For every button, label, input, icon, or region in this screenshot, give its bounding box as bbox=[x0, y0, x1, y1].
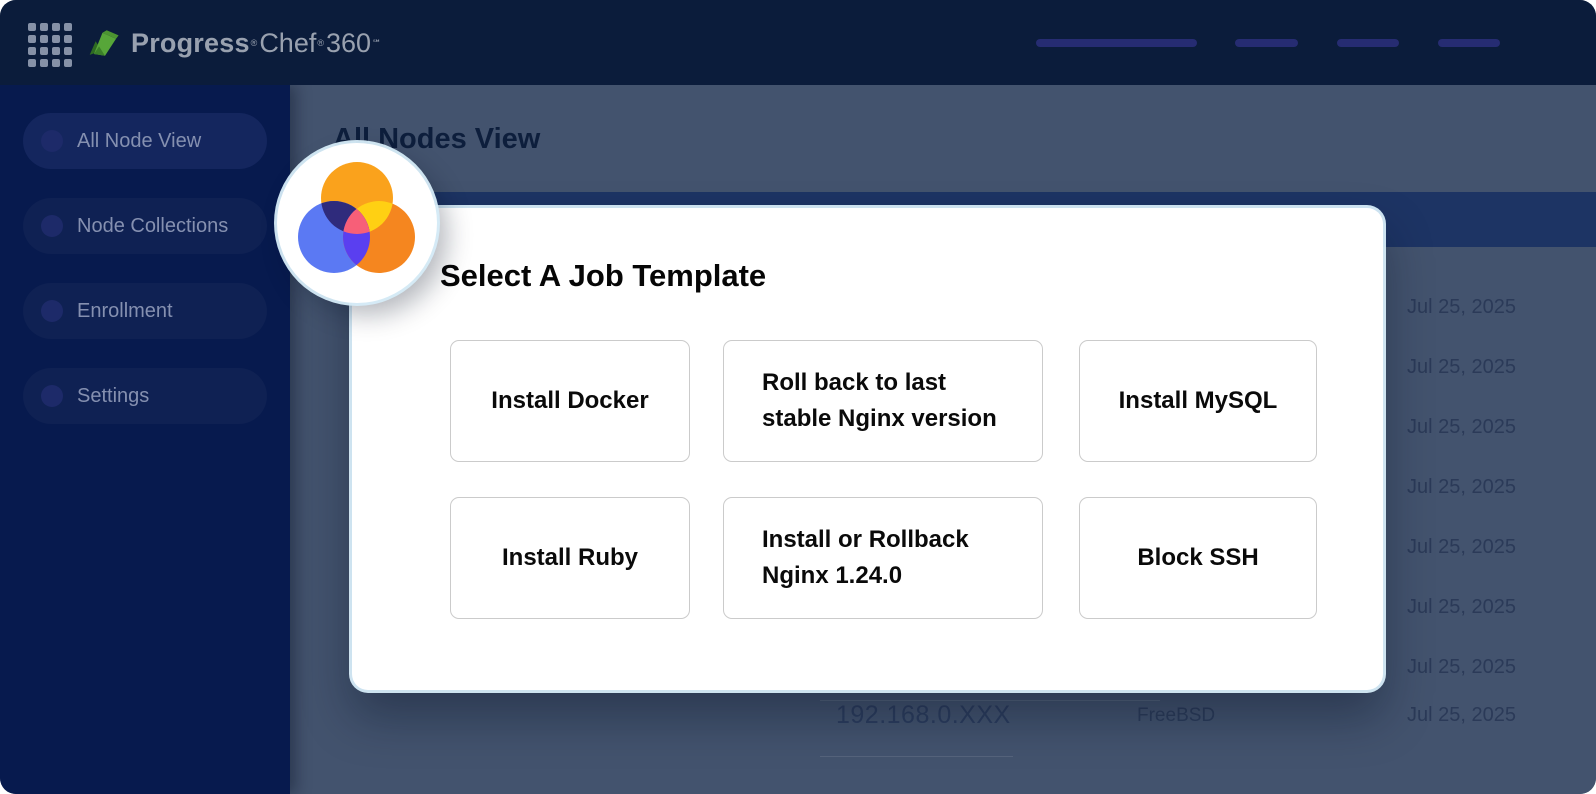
nav-bullet-icon bbox=[41, 215, 63, 237]
venn-badge bbox=[277, 143, 437, 303]
sidebar-item-label: Node Collections bbox=[77, 215, 228, 238]
modal-title: Select A Job Template bbox=[440, 258, 766, 294]
nav-link-placeholder[interactable] bbox=[1036, 39, 1197, 47]
table-cell-ip: 192.168.0.XXX bbox=[836, 701, 1011, 730]
nav-link-placeholder[interactable] bbox=[1337, 39, 1399, 47]
sidebar-item-label: Settings bbox=[77, 385, 149, 408]
template-button-install-docker[interactable]: Install Docker bbox=[450, 340, 690, 462]
top-bar: Progress® Chef® 360℠ bbox=[0, 0, 1596, 85]
table-cell-date: Jul 25, 2025 bbox=[1407, 656, 1516, 679]
table-cell-os: FreeBSD bbox=[1137, 705, 1215, 727]
table-cell-date: Jul 25, 2025 bbox=[1407, 356, 1516, 379]
sidebar-item-label: All Node View bbox=[77, 130, 201, 153]
nav-link-placeholder[interactable] bbox=[1438, 39, 1500, 47]
sidebar-item-all-node-view[interactable]: All Node View bbox=[23, 113, 267, 169]
sidebar: All Node View Node Collections Enrollmen… bbox=[0, 85, 290, 794]
template-button-install-ruby[interactable]: Install Ruby bbox=[450, 497, 690, 619]
template-button-block-ssh[interactable]: Block SSH bbox=[1079, 497, 1317, 619]
table-cell-date: Jul 25, 2025 bbox=[1407, 476, 1516, 499]
table-cell-date: Jul 25, 2025 bbox=[1407, 536, 1516, 559]
table-cell-date: Jul 25, 2025 bbox=[1407, 416, 1516, 439]
template-button-install-mysql[interactable]: Install MySQL bbox=[1079, 340, 1317, 462]
template-button-install-or-rollback-nginx[interactable]: Install or Rollback Nginx 1.24.0 bbox=[723, 497, 1043, 619]
nav-link-placeholder[interactable] bbox=[1235, 39, 1298, 47]
table-cell-date: Jul 25, 2025 bbox=[1407, 704, 1516, 727]
template-button-rollback-nginx[interactable]: Roll back to last stable Nginx version bbox=[723, 340, 1043, 462]
sidebar-item-settings[interactable]: Settings bbox=[23, 368, 267, 424]
job-template-modal: Select A Job Template Install Docker Rol… bbox=[352, 208, 1383, 690]
sidebar-item-node-collections[interactable]: Node Collections bbox=[23, 198, 267, 254]
top-nav bbox=[0, 39, 1596, 47]
nav-bullet-icon bbox=[41, 385, 63, 407]
sidebar-item-label: Enrollment bbox=[77, 300, 173, 323]
nav-bullet-icon bbox=[41, 300, 63, 322]
table-cell-date: Jul 25, 2025 bbox=[1407, 596, 1516, 619]
table-cell-date: Jul 25, 2025 bbox=[1407, 296, 1516, 319]
app-window: All Nodes View Jul 25, 2025 Jul 25, 2025… bbox=[0, 0, 1596, 794]
row-divider bbox=[820, 756, 1013, 757]
sidebar-item-enrollment[interactable]: Enrollment bbox=[23, 283, 267, 339]
venn-diagram-icon bbox=[277, 143, 437, 303]
nav-bullet-icon bbox=[41, 130, 63, 152]
